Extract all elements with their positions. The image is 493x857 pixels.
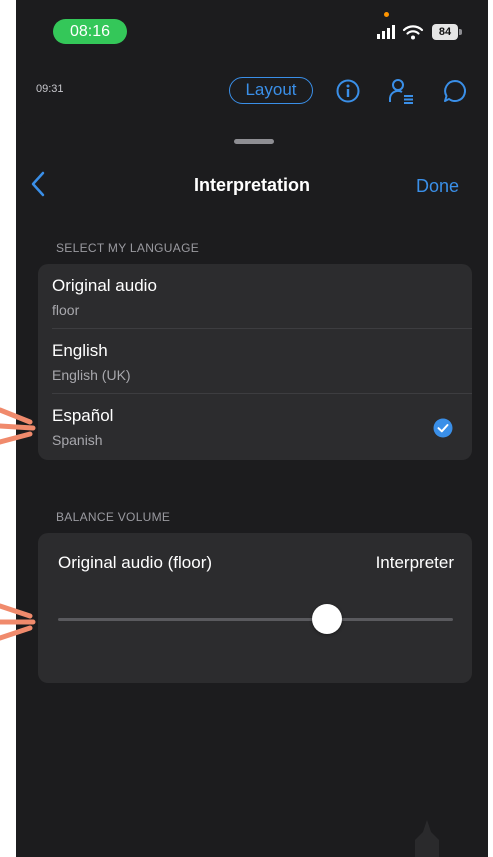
language-option-subtitle: floor xyxy=(52,302,80,318)
battery-icon: 84 xyxy=(432,24,458,40)
meeting-toolbar: 09:31 Layout xyxy=(16,60,488,120)
sheet-drag-handle[interactable] xyxy=(234,139,274,144)
language-option-title: Español xyxy=(52,406,114,425)
annotation-arrow xyxy=(0,603,36,641)
language-list: Original audio floor English English (UK… xyxy=(38,264,472,460)
wifi-icon xyxy=(402,25,424,40)
language-option-title: Original audio xyxy=(52,276,157,295)
balance-left-label: Original audio (floor) xyxy=(58,553,213,572)
balance-slider-thumb[interactable] xyxy=(311,604,342,634)
language-option-original[interactable]: Original audio floor xyxy=(38,264,472,329)
balance-volume-card: Original audio (floor) Interpreter xyxy=(38,533,472,683)
cellular-signal-icon xyxy=(377,25,395,39)
language-option-spanish[interactable]: Español Spanish xyxy=(38,394,472,460)
meeting-time: 09:31 xyxy=(36,83,64,95)
interpretation-sheet: Interpretation Done SELECT MY LANGUAGE O… xyxy=(16,121,488,857)
info-icon[interactable] xyxy=(335,78,361,104)
language-option-english[interactable]: English English (UK) xyxy=(38,329,472,394)
participants-icon[interactable] xyxy=(388,78,414,104)
battery-tip xyxy=(459,29,462,35)
status-bar: 08:16 84 xyxy=(16,0,488,60)
language-option-subtitle: Spanish xyxy=(52,432,103,448)
balance-slider-track[interactable] xyxy=(58,618,453,621)
balance-section-header: BALANCE VOLUME xyxy=(56,510,171,524)
privacy-indicator xyxy=(384,12,389,17)
annotation-arrow xyxy=(0,407,36,445)
language-option-title: English xyxy=(52,341,108,360)
done-button[interactable]: Done xyxy=(416,176,459,197)
watermark-shape xyxy=(415,820,439,857)
language-option-subtitle: English (UK) xyxy=(52,367,131,383)
status-time: 08:16 xyxy=(53,19,127,44)
chat-icon[interactable] xyxy=(442,78,468,104)
phone-screen: 08:16 84 09:31 Layout Interpretation Don… xyxy=(16,0,488,857)
balance-right-label: Interpreter xyxy=(375,553,454,572)
layout-button[interactable]: Layout xyxy=(229,77,313,104)
checkmark-icon xyxy=(433,418,453,438)
language-section-header: SELECT MY LANGUAGE xyxy=(56,241,200,255)
